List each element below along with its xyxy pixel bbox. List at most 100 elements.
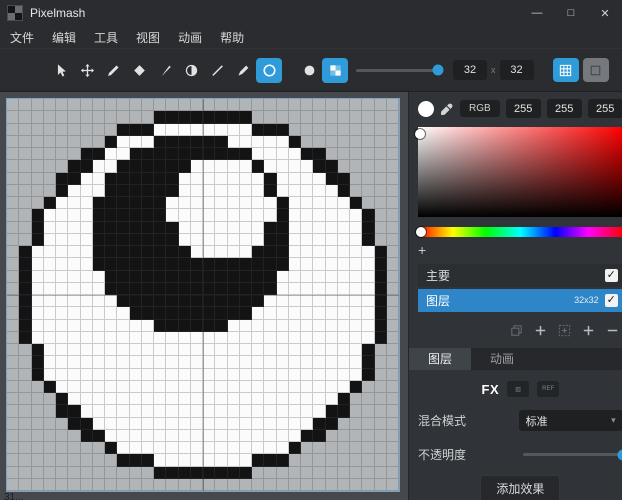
- pixel[interactable]: [44, 479, 56, 491]
- pixel[interactable]: [387, 467, 399, 479]
- pixel[interactable]: [93, 271, 105, 283]
- pixel[interactable]: [326, 197, 338, 209]
- pixel[interactable]: [277, 136, 289, 148]
- pixel[interactable]: [203, 124, 215, 136]
- pixel[interactable]: [277, 283, 289, 295]
- pixel[interactable]: [264, 283, 276, 295]
- pixel[interactable]: [81, 185, 93, 197]
- pixel[interactable]: [277, 442, 289, 454]
- pixel[interactable]: [117, 393, 129, 405]
- pixel[interactable]: [289, 454, 301, 466]
- pixel[interactable]: [277, 185, 289, 197]
- pixel[interactable]: [81, 99, 93, 111]
- pixel[interactable]: [130, 467, 142, 479]
- pixel[interactable]: [32, 381, 44, 393]
- pixel[interactable]: [191, 222, 203, 234]
- pixel[interactable]: [154, 393, 166, 405]
- pixel[interactable]: [32, 479, 44, 491]
- pixel[interactable]: [44, 332, 56, 344]
- pixel[interactable]: [326, 381, 338, 393]
- pixel[interactable]: [105, 283, 117, 295]
- pixel[interactable]: [191, 160, 203, 172]
- pixel[interactable]: [326, 136, 338, 148]
- pixel[interactable]: [203, 467, 215, 479]
- pixel[interactable]: [289, 136, 301, 148]
- pixel[interactable]: [326, 111, 338, 123]
- pixel[interactable]: [252, 173, 264, 185]
- pixel[interactable]: [362, 209, 374, 221]
- pixel[interactable]: [93, 246, 105, 258]
- pixel[interactable]: [105, 209, 117, 221]
- pixel[interactable]: [203, 234, 215, 246]
- pixel[interactable]: [326, 430, 338, 442]
- pixel[interactable]: [154, 344, 166, 356]
- pixel[interactable]: [44, 454, 56, 466]
- pixel[interactable]: [56, 197, 68, 209]
- pixel[interactable]: [252, 320, 264, 332]
- pixel[interactable]: [93, 307, 105, 319]
- pixel[interactable]: [166, 246, 178, 258]
- menu-file[interactable]: 文件: [1, 27, 43, 48]
- pixel[interactable]: [32, 307, 44, 319]
- pixel[interactable]: [191, 479, 203, 491]
- pixel[interactable]: [44, 283, 56, 295]
- pixel[interactable]: [81, 209, 93, 221]
- pixel[interactable]: [240, 222, 252, 234]
- pixel[interactable]: [56, 356, 68, 368]
- pixel[interactable]: [68, 295, 80, 307]
- pixel[interactable]: [130, 111, 142, 123]
- close-button[interactable]: ✕: [588, 0, 622, 26]
- pixel[interactable]: [179, 405, 191, 417]
- pixel[interactable]: [375, 381, 387, 393]
- pixel[interactable]: [105, 246, 117, 258]
- pixel[interactable]: [264, 99, 276, 111]
- pixel[interactable]: [264, 454, 276, 466]
- pixel[interactable]: [387, 332, 399, 344]
- add-swatch-button[interactable]: +: [418, 243, 434, 257]
- pixel[interactable]: [154, 418, 166, 430]
- pixel[interactable]: [93, 111, 105, 123]
- pixel[interactable]: [301, 173, 313, 185]
- pixel[interactable]: [56, 344, 68, 356]
- pixel[interactable]: [191, 393, 203, 405]
- pixel[interactable]: [228, 320, 240, 332]
- pixel[interactable]: [264, 393, 276, 405]
- layer-visibility-checkbox[interactable]: ✓: [605, 269, 618, 282]
- pixel[interactable]: [289, 197, 301, 209]
- pixel[interactable]: [191, 369, 203, 381]
- pixel[interactable]: [277, 344, 289, 356]
- pixel[interactable]: [203, 393, 215, 405]
- pixel[interactable]: [154, 197, 166, 209]
- pixel[interactable]: [81, 136, 93, 148]
- pixel[interactable]: [166, 405, 178, 417]
- pixel[interactable]: [252, 209, 264, 221]
- pixel[interactable]: [313, 479, 325, 491]
- pixel[interactable]: [166, 369, 178, 381]
- pixel[interactable]: [81, 369, 93, 381]
- pixel[interactable]: [289, 209, 301, 221]
- pixel[interactable]: [105, 479, 117, 491]
- pixel[interactable]: [228, 160, 240, 172]
- pixel[interactable]: [362, 148, 374, 160]
- pixel[interactable]: [387, 369, 399, 381]
- pixel[interactable]: [117, 258, 129, 270]
- color-mode-button[interactable]: RGB: [460, 100, 500, 117]
- pixel[interactable]: [215, 393, 227, 405]
- pixel[interactable]: [313, 405, 325, 417]
- pixel[interactable]: [350, 283, 362, 295]
- pixel[interactable]: [277, 271, 289, 283]
- pixel[interactable]: [301, 185, 313, 197]
- pixel[interactable]: [7, 99, 19, 111]
- pixel[interactable]: [350, 173, 362, 185]
- pixel[interactable]: [105, 442, 117, 454]
- pixel[interactable]: [264, 160, 276, 172]
- pixel[interactable]: [166, 124, 178, 136]
- pixel[interactable]: [44, 467, 56, 479]
- pixel[interactable]: [228, 393, 240, 405]
- pixel[interactable]: [68, 124, 80, 136]
- pixel[interactable]: [350, 197, 362, 209]
- pixel[interactable]: [264, 124, 276, 136]
- pixel[interactable]: [56, 332, 68, 344]
- pixel[interactable]: [215, 124, 227, 136]
- pixel[interactable]: [350, 258, 362, 270]
